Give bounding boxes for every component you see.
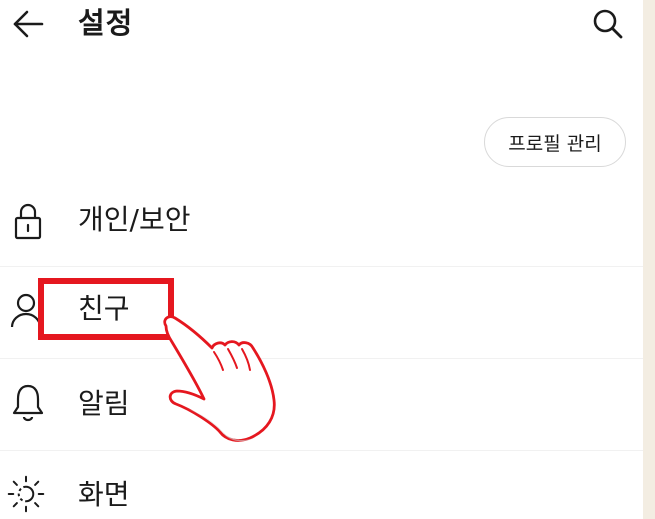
search-icon xyxy=(593,9,623,39)
menu-item-notifications[interactable]: 알림 xyxy=(0,376,643,428)
profile-manage-button[interactable]: 프로필 관리 xyxy=(484,117,626,167)
arrow-left-icon xyxy=(13,10,44,38)
back-button[interactable] xyxy=(6,2,50,46)
menu-item-label: 화면 xyxy=(78,478,130,511)
divider xyxy=(0,358,643,359)
menu-item-label: 개인/보안 xyxy=(78,203,191,236)
search-button[interactable] xyxy=(585,2,631,46)
divider xyxy=(0,266,643,267)
page-title: 설정 xyxy=(78,6,134,40)
menu-item-display[interactable]: 화면 xyxy=(0,468,643,519)
lock-icon xyxy=(8,201,48,241)
menu-item-privacy[interactable]: 개인/보안 xyxy=(0,196,643,248)
sun-icon xyxy=(6,474,46,514)
menu-item-label: 알림 xyxy=(78,387,130,420)
person-icon xyxy=(6,290,46,330)
divider xyxy=(0,450,643,451)
bell-icon xyxy=(8,382,48,422)
menu-item-label: 친구 xyxy=(78,292,130,325)
menu-item-friends[interactable]: 친구 xyxy=(0,284,643,336)
settings-screen: 설정 프로필 관리 개인/보안 친구 알림 화면 xyxy=(0,0,643,519)
header-bar: 설정 xyxy=(0,0,643,50)
